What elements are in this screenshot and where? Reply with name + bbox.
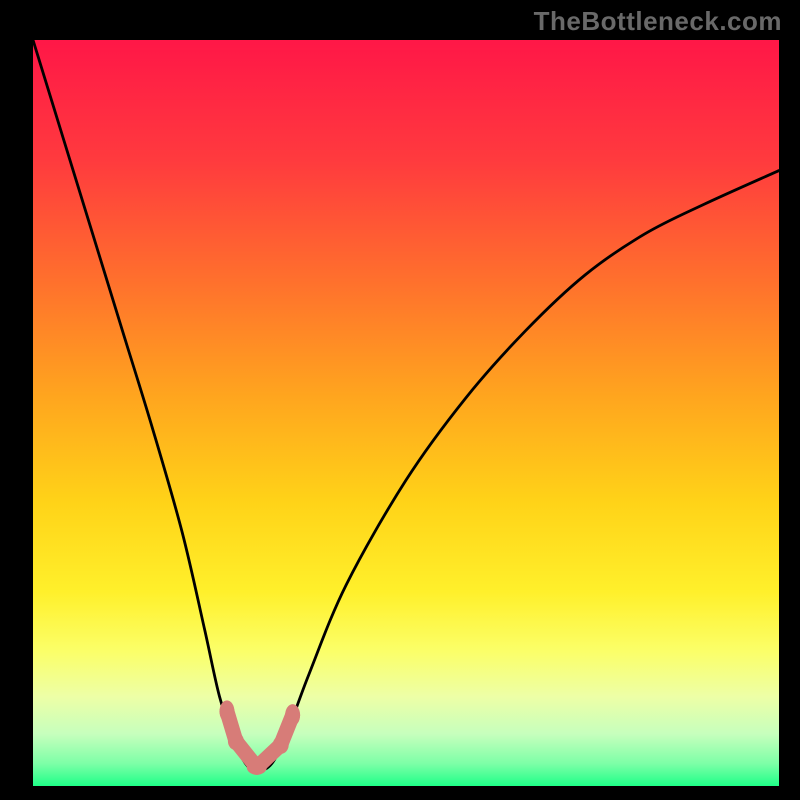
gradient-background (33, 40, 779, 786)
plot-area (33, 40, 779, 786)
watermark-text: TheBottleneck.com (534, 6, 782, 37)
chart-container: TheBottleneck.com (0, 0, 800, 800)
